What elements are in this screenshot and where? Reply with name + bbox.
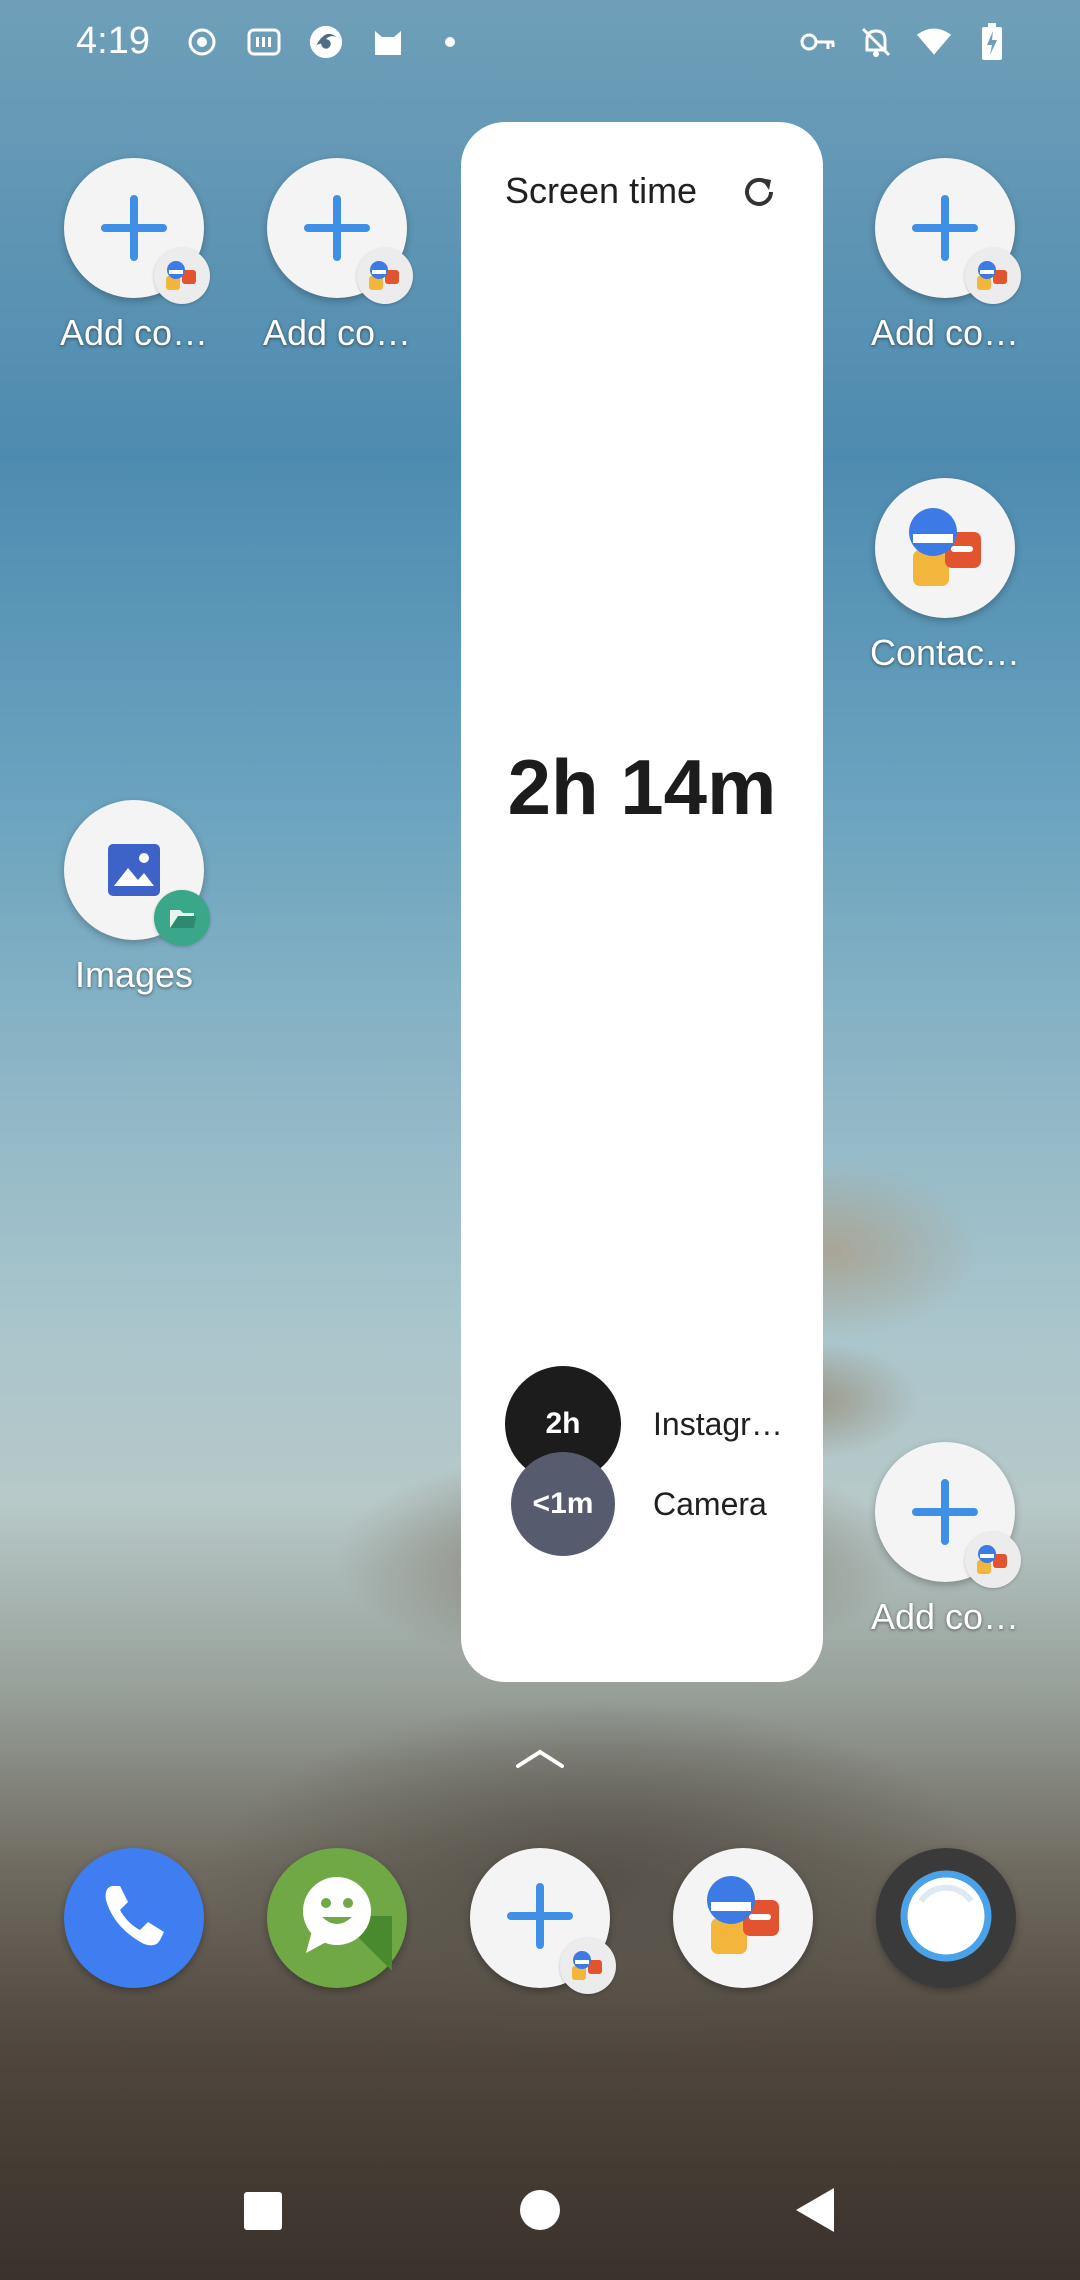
screen-time-widget[interactable]: Screen time 2h 14m 2h Instagr… <1m Camer… — [461, 122, 823, 1682]
widget-title: Screen time — [505, 170, 698, 211]
dot-icon — [432, 24, 468, 60]
dock-camera[interactable] — [876, 1848, 1016, 1988]
app-label: Contac… — [869, 632, 1021, 673]
app-drawer-chevron-icon[interactable] — [512, 1744, 568, 1772]
recents-button[interactable] — [242, 2190, 284, 2237]
contacts-badge-icon — [154, 248, 210, 304]
shortcut-label: Add co… — [870, 312, 1020, 353]
navigation-bar — [0, 2150, 1080, 2280]
contacts-badge-icon — [357, 248, 413, 304]
refresh-icon[interactable] — [739, 172, 779, 212]
dock-add-contact[interactable] — [470, 1848, 616, 1994]
contacts-badge-icon — [965, 248, 1021, 304]
status-bar: 4:19 — [0, 0, 1080, 84]
app-label: Images — [74, 954, 194, 995]
images-icon — [64, 800, 210, 946]
messaging-icon — [282, 1861, 392, 1976]
files-badge-icon — [154, 890, 210, 946]
usage-row[interactable]: <1m Camera — [511, 1452, 767, 1556]
phone-icon — [94, 1876, 174, 1961]
add-contact-icon — [875, 158, 1021, 304]
cat-icon — [370, 24, 406, 60]
battery-charging-icon — [974, 23, 1010, 60]
shortcut-add-contact-2[interactable]: Add co… — [257, 158, 417, 354]
contacts-icon — [693, 1866, 793, 1971]
back-button[interactable] — [794, 2186, 836, 2239]
camera-ring-icon — [891, 1861, 1001, 1976]
add-contact-icon — [505, 1881, 575, 1956]
shortcut-add-contact-1[interactable]: Add co… — [54, 158, 214, 354]
usage-app-name: Camera — [653, 1485, 767, 1522]
contacts-icon — [875, 478, 1015, 618]
contacts-badge-icon — [965, 1532, 1021, 1588]
add-contact-icon — [267, 158, 413, 304]
record-icon — [184, 24, 220, 60]
add-contact-icon — [64, 158, 210, 304]
total-screen-time: 2h 14m — [507, 743, 777, 831]
usage-app-name: Instagr… — [653, 1405, 783, 1442]
vpn-key-icon — [800, 24, 836, 60]
status-time: 4:19 — [76, 20, 150, 62]
add-contact-icon — [875, 1442, 1021, 1588]
app-images[interactable]: Images — [54, 800, 214, 996]
iqiyi-icon — [246, 24, 282, 60]
shortcut-label: Add co… — [262, 312, 412, 353]
dock-phone[interactable] — [64, 1848, 204, 1988]
contacts-badge-icon — [560, 1938, 616, 1994]
dock-messaging[interactable] — [267, 1848, 407, 1988]
shortcut-add-contact-3[interactable]: Add co… — [865, 158, 1025, 354]
dock-contacts[interactable] — [673, 1848, 813, 1988]
app-contacts[interactable]: Contac… — [865, 478, 1025, 674]
shortcut-add-contact-4[interactable]: Add co… — [865, 1442, 1025, 1638]
usage-duration: <1m — [511, 1452, 615, 1556]
shortcut-label: Add co… — [870, 1596, 1020, 1637]
wifi-icon — [916, 24, 952, 60]
mute-icon — [858, 24, 894, 60]
home-button[interactable] — [518, 2188, 562, 2237]
browser-icon — [308, 24, 344, 60]
shortcut-label: Add co… — [59, 312, 209, 353]
